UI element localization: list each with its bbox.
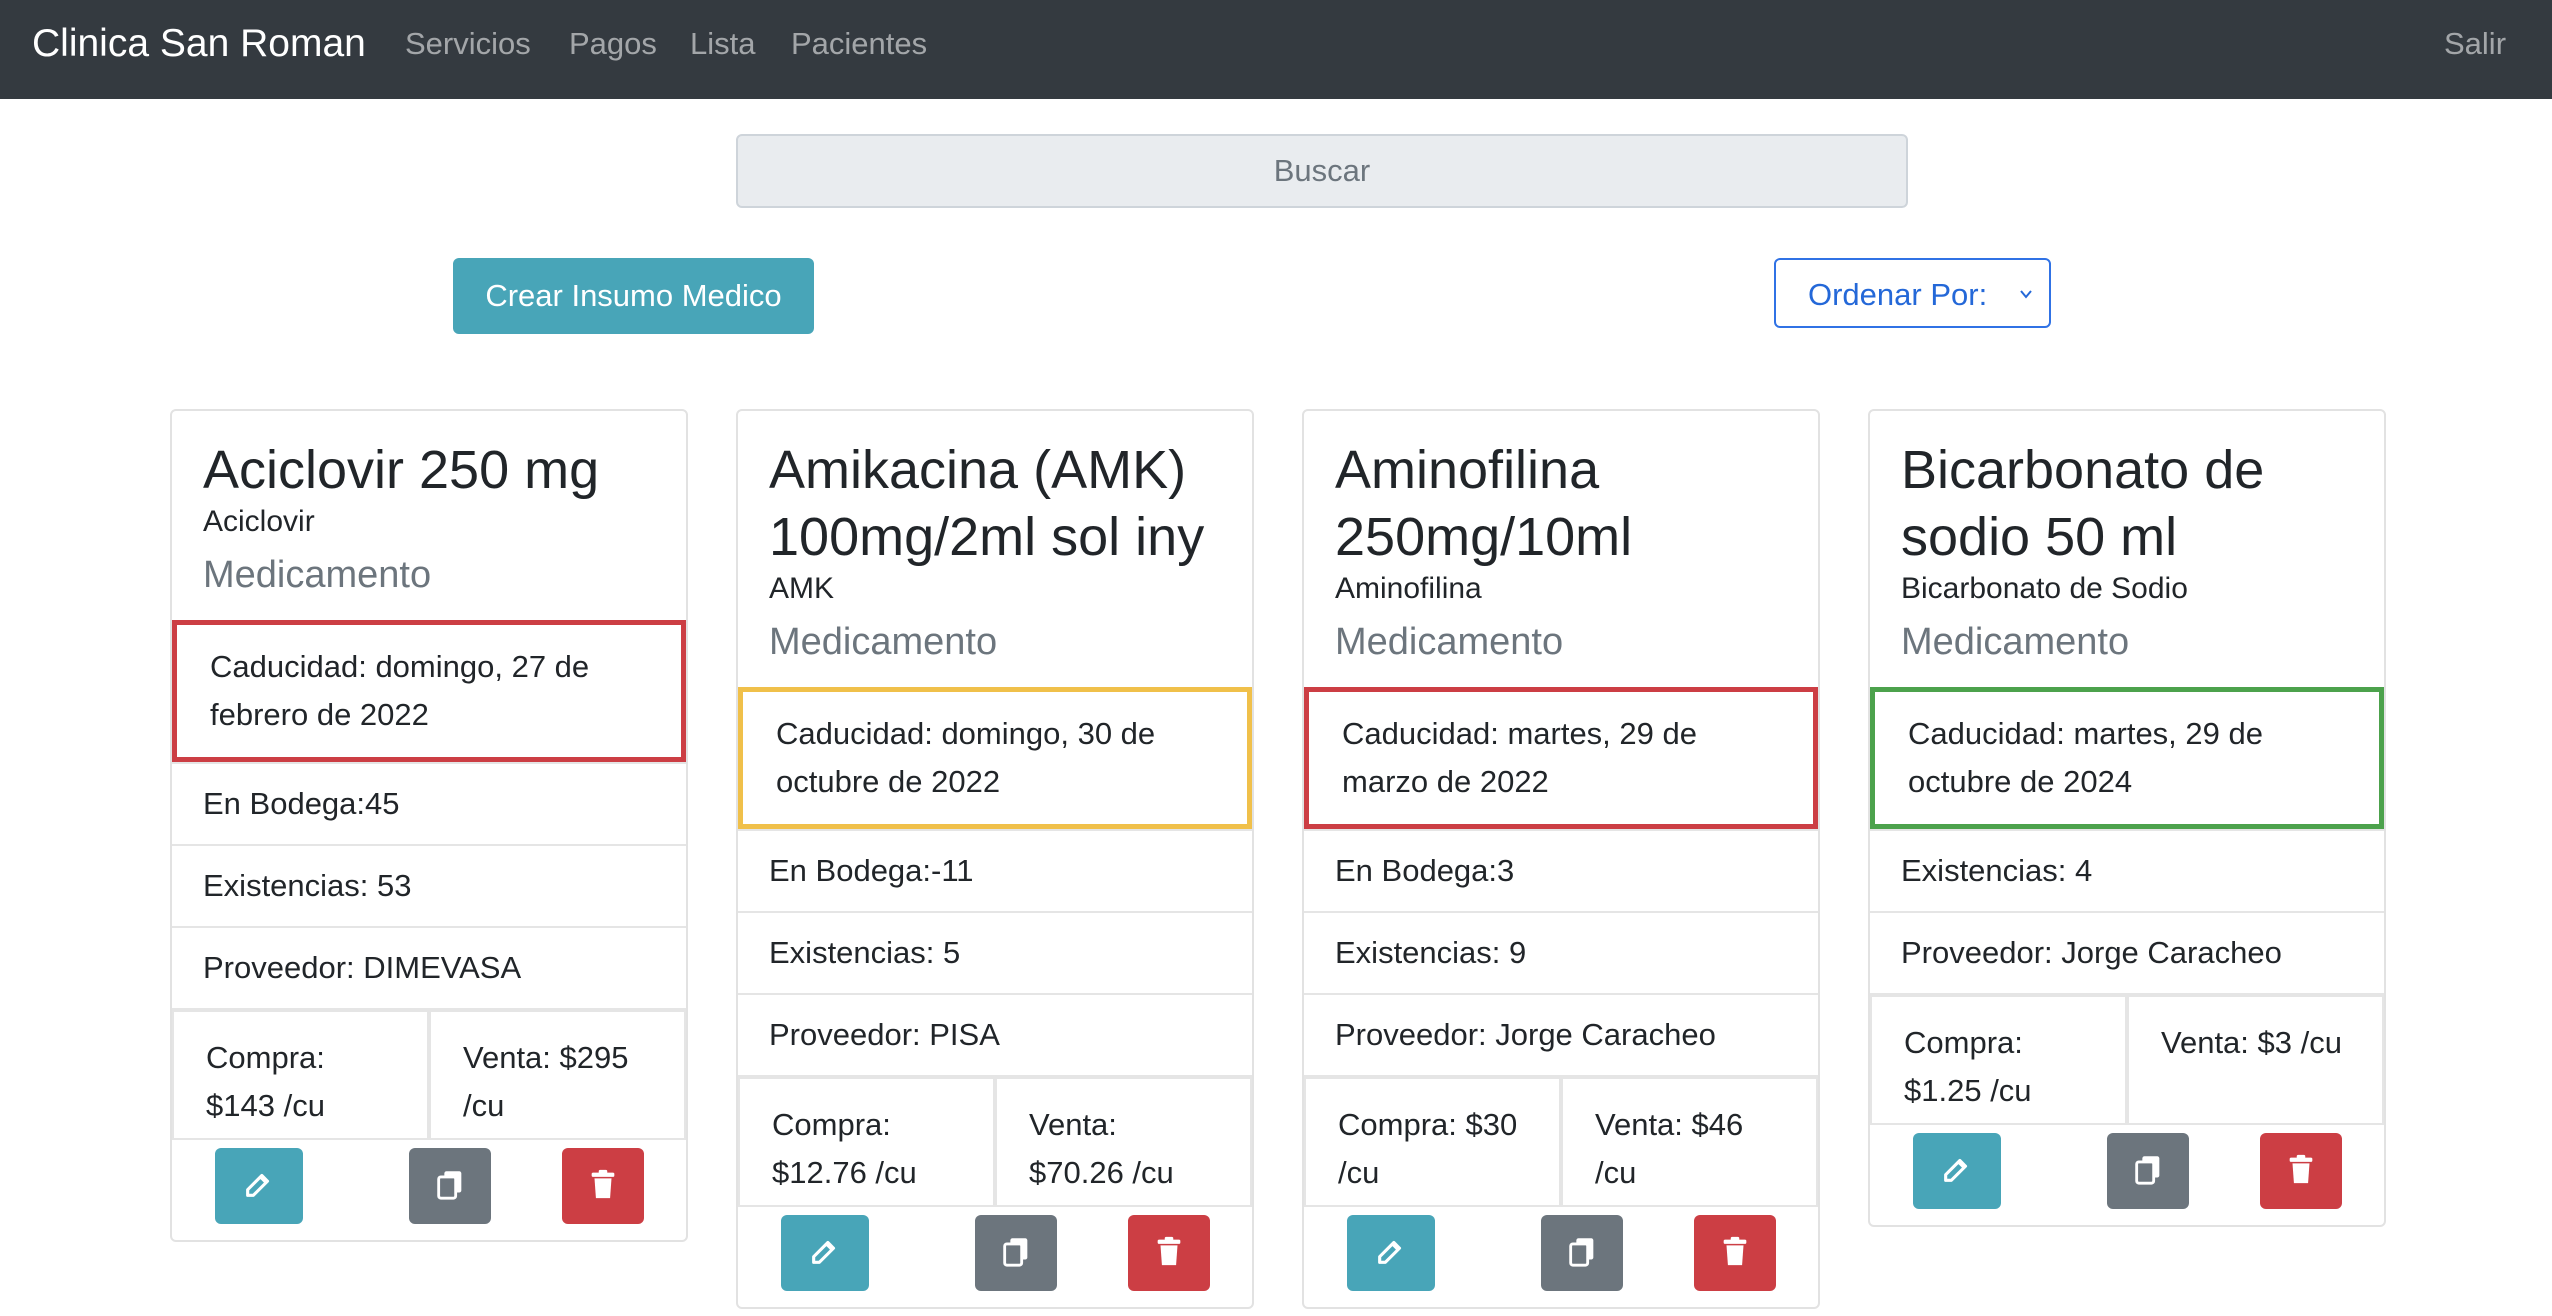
sale-price: Venta: $46 /cu [1561,1077,1818,1207]
purchase-price: Compra: $12.76 /cu [738,1077,995,1207]
trash-icon [1152,1234,1186,1273]
card-title: Aminofilina 250mg/10ml [1335,440,1633,567]
trash-icon [1718,1234,1752,1273]
trash-icon [586,1167,620,1206]
logout-link[interactable]: Salir [2444,26,2506,62]
copy-icon [2131,1152,2165,1191]
nav-link-pagos[interactable]: Pagos [569,26,657,62]
edit-button[interactable] [781,1215,869,1291]
card-header: Bicarbonato de sodio 50 ml Bicarbonato d… [1870,411,2384,687]
sale-price: Venta: $295 /cu [429,1010,686,1140]
expiry-date: Caducidad: martes, 29 de marzo de 2022 [1304,687,1818,829]
card-title: Amikacina (AMK) 100mg/2ml sol iny [769,440,1205,567]
supply-card: Aciclovir 250 mg Aciclovir Medicamento C… [170,409,688,1242]
card-actions [738,1207,1252,1307]
expiry-date: Caducidad: domingo, 30 de octubre de 202… [738,687,1252,829]
supplier: Proveedor: DIMEVASA [172,926,686,1008]
price-row: Compra: $12.76 /cu Venta: $70.26 /cu [738,1075,1252,1207]
delete-button[interactable] [1128,1215,1210,1291]
price-row: Compra: $30 /cu Venta: $46 /cu [1304,1075,1818,1207]
stock-count: Existencias: 5 [738,911,1252,993]
purchase-price: Compra: $143 /cu [172,1010,429,1140]
card-type: Medicamento [1335,621,1564,663]
sale-price: Venta: $3 /cu [2127,995,2384,1125]
trash-icon [2284,1152,2318,1191]
supply-card: Aminofilina 250mg/10ml Aminofilina Medic… [1302,409,1820,1309]
sale-price: Venta: $70.26 /cu [995,1077,1252,1207]
card-subtitle: AMK [769,572,835,605]
nav-link-lista[interactable]: Lista [690,26,755,62]
copy-button[interactable] [1541,1215,1623,1291]
sort-select-label: Ordenar Por: [1808,277,1988,312]
supply-card: Amikacina (AMK) 100mg/2ml sol iny AMK Me… [736,409,1254,1309]
chevron-down-icon [2020,290,2032,299]
pencil-square-icon [808,1234,842,1273]
card-actions [1304,1207,1818,1307]
card-title: Bicarbonato de sodio 50 ml [1901,440,2265,567]
supplier: Proveedor: PISA [738,993,1252,1075]
pencil-square-icon [1940,1152,1974,1191]
stock-count: Existencias: 4 [1870,829,2384,911]
copy-button[interactable] [409,1148,491,1224]
delete-button[interactable] [2260,1133,2342,1209]
copy-icon [1565,1234,1599,1273]
supply-card: Bicarbonato de sodio 50 ml Bicarbonato d… [1868,409,2386,1227]
purchase-price: Compra: $1.25 /cu [1870,995,2127,1125]
card-header: Amikacina (AMK) 100mg/2ml sol iny AMK Me… [738,411,1252,687]
navbar: Clinica San Roman Servicios Pagos Lista … [0,0,2552,99]
card-type: Medicamento [1901,621,2130,663]
search-input[interactable] [736,134,1908,208]
pencil-square-icon [242,1167,276,1206]
price-row: Compra: $143 /cu Venta: $295 /cu [172,1008,686,1140]
edit-button[interactable] [215,1148,303,1224]
card-type: Medicamento [769,621,998,663]
warehouse-stock: En Bodega:45 [172,762,686,844]
card-header: Aciclovir 250 mg Aciclovir Medicamento [172,411,686,620]
copy-button[interactable] [2107,1133,2189,1209]
card-subtitle: Aciclovir [203,505,315,538]
create-supply-button[interactable]: Crear Insumo Medico [453,258,814,334]
expiry-date: Caducidad: domingo, 27 de febrero de 202… [172,620,686,762]
delete-button[interactable] [1694,1215,1776,1291]
edit-button[interactable] [1913,1133,2001,1209]
price-row: Compra: $1.25 /cu Venta: $3 /cu [1870,993,2384,1125]
brand-link[interactable]: Clinica San Roman [32,22,366,66]
pencil-square-icon [1374,1234,1408,1273]
supplier: Proveedor: Jorge Caracheo [1304,993,1818,1075]
copy-icon [999,1234,1033,1273]
expiry-date: Caducidad: martes, 29 de octubre de 2024 [1870,687,2384,829]
stock-count: Existencias: 9 [1304,911,1818,993]
delete-button[interactable] [562,1148,644,1224]
purchase-price: Compra: $30 /cu [1304,1077,1561,1207]
warehouse-stock: En Bodega:-11 [738,829,1252,911]
card-title: Aciclovir 250 mg [203,440,600,500]
sort-select[interactable]: Ordenar Por: [1774,258,2051,328]
card-actions [1870,1125,2384,1225]
card-actions [172,1140,686,1240]
copy-icon [433,1167,467,1206]
card-subtitle: Aminofilina [1335,572,1482,605]
edit-button[interactable] [1347,1215,1435,1291]
card-header: Aminofilina 250mg/10ml Aminofilina Medic… [1304,411,1818,687]
copy-button[interactable] [975,1215,1057,1291]
card-subtitle: Bicarbonato de Sodio [1901,572,2188,605]
warehouse-stock: En Bodega:3 [1304,829,1818,911]
nav-link-pacientes[interactable]: Pacientes [791,26,927,62]
nav-link-servicios[interactable]: Servicios [405,26,531,62]
stock-count: Existencias: 53 [172,844,686,926]
card-type: Medicamento [203,554,432,596]
supplier: Proveedor: Jorge Caracheo [1870,911,2384,993]
